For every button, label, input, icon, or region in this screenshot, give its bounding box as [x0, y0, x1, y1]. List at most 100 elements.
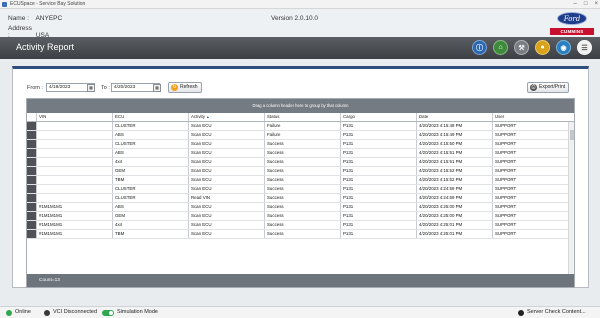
- cell-activity: Scan ECU: [188, 140, 264, 148]
- grid-header-row: VIN ECU Activity ▲ Status Cargo Date Use…: [27, 113, 574, 122]
- cell-date: 4/20/2023 4:15:52 PM: [416, 176, 492, 184]
- refresh-button[interactable]: ↻ Refresh: [168, 82, 202, 93]
- row-indicator: [27, 149, 36, 157]
- cell-ecu: ABS: [112, 203, 188, 211]
- cell-user: SUPPORT: [492, 194, 570, 202]
- cell-status: Success: [264, 185, 340, 193]
- table-row[interactable]: CLUSTER Read VIN Success P131 4/20/2023 4:24…: [27, 194, 574, 203]
- column-header-activity[interactable]: Activity ▲: [188, 113, 264, 121]
- cummins-logo: CUMMINS: [550, 28, 594, 35]
- cell-ecu: TBM: [112, 176, 188, 184]
- table-row[interactable]: ABS Scan ECU Failure P131 4/20/2023 4:15:49 …: [27, 131, 574, 140]
- cell-cargo: P131: [340, 221, 416, 229]
- cell-status: Success: [264, 230, 340, 238]
- cell-status: Success: [264, 167, 340, 175]
- vci-label: VCI Disconnected: [53, 309, 98, 315]
- cell-date: 4/20/2023 4:25:00 PM: [416, 212, 492, 220]
- cell-user: SUPPORT: [492, 149, 570, 157]
- grid-scrollbar[interactable]: [568, 122, 574, 276]
- table-row[interactable]: ABS Scan ECU Success P131 4/20/2023 4:15:51 …: [27, 149, 574, 158]
- table-row[interactable]: #1M1M1M1 4x4 Scan ECU Success P131 4/20/2023 …: [27, 221, 574, 230]
- cell-vin: [36, 158, 112, 166]
- export-print-button[interactable]: ⎙ Export/Print: [527, 82, 570, 93]
- printer-icon: ⎙: [530, 84, 537, 91]
- cell-cargo: P131: [340, 158, 416, 166]
- row-indicator: [27, 221, 36, 229]
- cell-ecu: GEM: [112, 167, 188, 175]
- simulation-toggle[interactable]: [102, 309, 114, 316]
- table-row[interactable]: CLUSTER Scan ECU Success P131 4/20/2023 4:15…: [27, 140, 574, 149]
- cell-ecu: CLUSTER: [112, 185, 188, 193]
- table-row[interactable]: 4x4 Scan ECU Success P131 4/20/2023 4:15:51 …: [27, 158, 574, 167]
- cell-activity: Scan ECU: [188, 131, 264, 139]
- to-label: To :: [101, 85, 110, 91]
- cell-cargo: P131: [340, 194, 416, 202]
- column-header-user[interactable]: User: [492, 113, 570, 121]
- globe-icon[interactable]: ◉: [556, 40, 571, 55]
- column-header-ecu[interactable]: ECU: [112, 113, 188, 121]
- refresh-icon: ↻: [171, 84, 178, 91]
- menu-icon[interactable]: ☰: [577, 40, 592, 55]
- column-header-status[interactable]: Status: [264, 113, 340, 121]
- page-header: Activity Report ⓘ ⌂ ⚒ ● ◉ ☰: [0, 37, 600, 59]
- cell-user: SUPPORT: [492, 131, 570, 139]
- home-icon[interactable]: ⌂: [493, 40, 508, 55]
- column-header-cargo[interactable]: Cargo: [340, 113, 416, 121]
- row-indicator: [27, 176, 36, 184]
- name-line: Name : ANYEPC: [8, 15, 62, 22]
- table-row[interactable]: CLUSTER Scan ECU Success P131 4/20/2023 4:24…: [27, 185, 574, 194]
- cell-status: Success: [264, 221, 340, 229]
- window-title: ECUSpace - Service Bay Solution: [10, 1, 86, 7]
- close-icon[interactable]: ×: [594, 0, 598, 9]
- cell-date: 4/20/2023 4:24:59 PM: [416, 185, 492, 193]
- row-indicator: [27, 140, 36, 148]
- cell-activity: Scan ECU: [188, 176, 264, 184]
- scrollbar-thumb[interactable]: [570, 130, 574, 140]
- cell-cargo: P131: [340, 140, 416, 148]
- column-header-date[interactable]: Date: [416, 113, 492, 121]
- cell-status: Success: [264, 212, 340, 220]
- cell-status: Success: [264, 194, 340, 202]
- calendar-icon[interactable]: ▦: [153, 83, 161, 92]
- row-indicator: [27, 158, 36, 166]
- table-row[interactable]: #1M1M1M1 GEM Scan ECU Success P131 4/20/2023 …: [27, 212, 574, 221]
- from-label: From :: [27, 85, 43, 91]
- column-header-vin[interactable]: VIN: [36, 113, 112, 121]
- minimize-icon[interactable]: –: [574, 0, 577, 9]
- group-by-panel[interactable]: Drag a column header here to group by th…: [27, 99, 574, 113]
- table-row[interactable]: GEM Scan ECU Success P131 4/20/2023 4:15:52 …: [27, 167, 574, 176]
- cell-vin: [36, 149, 112, 157]
- version-text: Version 2.0.10.0: [271, 15, 318, 22]
- cell-date: 4/20/2023 4:15:51 PM: [416, 149, 492, 157]
- export-print-label: Export/Print: [539, 84, 566, 90]
- cell-activity: Scan ECU: [188, 221, 264, 229]
- bulb-icon[interactable]: ●: [535, 40, 550, 55]
- info-icon[interactable]: ⓘ: [472, 40, 487, 55]
- cell-ecu: CLUSTER: [112, 122, 188, 130]
- table-row[interactable]: TBM Scan ECU Success P131 4/20/2023 4:15:52 …: [27, 176, 574, 185]
- cell-date: 4/20/2023 4:25:01 PM: [416, 221, 492, 229]
- cell-vin: #1M1M1M1: [36, 203, 112, 211]
- cell-cargo: P131: [340, 149, 416, 157]
- row-indicator: [27, 203, 36, 211]
- cell-vin: [36, 194, 112, 202]
- table-row[interactable]: #1M1M1M1 ABS Scan ECU Success P131 4/20/2023 …: [27, 203, 574, 212]
- table-row[interactable]: CLUSTER Scan ECU Failure P131 4/20/2023 4:15…: [27, 122, 574, 131]
- cell-activity: Scan ECU: [188, 122, 264, 130]
- cell-user: SUPPORT: [492, 176, 570, 184]
- cell-user: SUPPORT: [492, 167, 570, 175]
- cell-status: Failure: [264, 131, 340, 139]
- cell-vin: [36, 122, 112, 130]
- name-label: Name :: [8, 15, 29, 22]
- table-row[interactable]: #1M1M1M1 TBM Scan ECU Success P131 4/20/2023 …: [27, 230, 574, 239]
- calendar-icon[interactable]: ▦: [87, 83, 95, 92]
- maximize-icon[interactable]: □: [584, 0, 588, 9]
- cell-ecu: ABS: [112, 149, 188, 157]
- refresh-label: Refresh: [180, 84, 198, 90]
- cell-ecu: 4x4: [112, 158, 188, 166]
- cell-activity: Scan ECU: [188, 230, 264, 238]
- cell-date: 4/20/2023 4:25:00 PM: [416, 203, 492, 211]
- grid-footer: Count=13: [27, 274, 574, 287]
- wrench-icon[interactable]: ⚒: [514, 40, 529, 55]
- cell-user: SUPPORT: [492, 230, 570, 238]
